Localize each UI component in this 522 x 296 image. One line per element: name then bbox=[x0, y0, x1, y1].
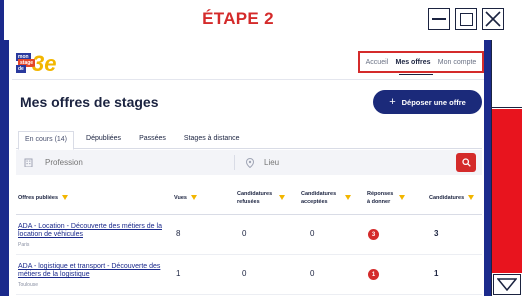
search-icon bbox=[461, 158, 471, 167]
nav-mes-offres[interactable]: Mes offres bbox=[396, 59, 431, 66]
logo[interactable]: mon stage de 3e bbox=[16, 51, 56, 76]
cell-refused: 0 bbox=[242, 269, 247, 278]
maximize-button[interactable] bbox=[455, 8, 477, 30]
plus-icon: + bbox=[389, 96, 396, 108]
sort-arrow-icon bbox=[190, 195, 197, 200]
logo-text-3: de bbox=[16, 65, 26, 73]
nav-accueil[interactable]: Accueil bbox=[366, 59, 389, 66]
sort-arrow-icon bbox=[468, 195, 475, 200]
top-nav: Accueil Mes offres Mon compte bbox=[358, 51, 484, 73]
cell-accepted: 0 bbox=[310, 269, 315, 278]
col-label: Candidatures acceptées bbox=[301, 190, 337, 205]
search-bar bbox=[16, 150, 482, 175]
scrollbar-thumb[interactable] bbox=[492, 109, 522, 273]
col-label: Candidatures bbox=[429, 194, 465, 201]
table-row[interactable]: ADA - logistique et transport - Découver… bbox=[16, 255, 482, 295]
offers-table: Offres publiées Vues Candidatures refusé… bbox=[16, 180, 482, 295]
col-label: Offres publiées bbox=[18, 194, 59, 201]
cell-applications: 1 bbox=[434, 269, 439, 278]
cell-to-answer-badge: 3 bbox=[368, 229, 379, 240]
nav-mon-compte[interactable]: Mon compte bbox=[438, 59, 477, 66]
col-candidatures[interactable]: Candidatures bbox=[429, 180, 475, 215]
step-banner: ÉTAPE 2 bbox=[0, 0, 522, 40]
offer-city: Paris bbox=[18, 242, 30, 248]
search-button[interactable] bbox=[456, 153, 476, 172]
building-icon bbox=[24, 158, 33, 167]
sort-arrow-icon bbox=[399, 195, 405, 200]
col-reponses-a-donner[interactable]: Réponses à donner bbox=[367, 180, 407, 215]
scroll-panel-edge bbox=[484, 40, 491, 296]
logo-number: 3e bbox=[32, 51, 57, 76]
scroll-down-button[interactable] bbox=[493, 274, 521, 295]
cell-views: 1 bbox=[176, 269, 181, 278]
offer-title-link[interactable]: ADA - logistique et transport - Découver… bbox=[18, 263, 168, 279]
header-divider bbox=[12, 79, 484, 80]
col-candidatures-refusees[interactable]: Candidatures refusées bbox=[237, 180, 285, 215]
page-title: Mes offres de stages bbox=[20, 94, 159, 110]
triangle-down-icon bbox=[497, 278, 517, 291]
tab-en-cours[interactable]: En cours (14) bbox=[18, 131, 75, 150]
col-offres-publiees[interactable]: Offres publiées bbox=[18, 180, 69, 215]
cell-refused: 0 bbox=[242, 229, 247, 238]
deposit-offer-label: Déposer une offre bbox=[401, 97, 466, 107]
col-candidatures-acceptees[interactable]: Candidatures acceptées bbox=[301, 180, 351, 215]
location-pin-icon bbox=[246, 157, 254, 168]
cell-views: 8 bbox=[176, 229, 181, 238]
search-divider bbox=[234, 155, 235, 170]
offer-title-link[interactable]: ADA - Location - Découverte des métiers … bbox=[18, 223, 168, 239]
col-label: Réponses à donner bbox=[367, 190, 394, 205]
profession-input[interactable] bbox=[45, 158, 185, 167]
cell-to-answer-badge: 1 bbox=[368, 269, 379, 280]
offer-city: Toulouse bbox=[18, 282, 39, 288]
table-header: Offres publiées Vues Candidatures refusé… bbox=[16, 180, 482, 215]
nav-active-underline bbox=[399, 74, 433, 75]
step-title: ÉTAPE 2 bbox=[202, 9, 274, 28]
app-window: mon stage de 3e Accueil Mes offres Mon c… bbox=[4, 40, 484, 296]
close-icon bbox=[485, 11, 501, 27]
close-button[interactable] bbox=[482, 8, 504, 30]
col-label: Vues bbox=[174, 194, 187, 201]
col-label: Candidatures refusées bbox=[237, 190, 273, 205]
scrollbar-upper-area[interactable] bbox=[491, 40, 522, 108]
cell-accepted: 0 bbox=[310, 229, 315, 238]
location-input[interactable] bbox=[264, 158, 404, 167]
sort-arrow-icon bbox=[62, 195, 69, 200]
cell-applications: 3 bbox=[434, 229, 439, 238]
deposit-offer-button[interactable]: + Déposer une offre bbox=[373, 90, 482, 114]
app-left-strip bbox=[4, 40, 9, 296]
sort-arrow-icon bbox=[279, 195, 285, 200]
table-row[interactable]: ADA - Location - Découverte des métiers … bbox=[16, 215, 482, 255]
col-vues[interactable]: Vues bbox=[174, 180, 197, 215]
sort-arrow-icon bbox=[345, 195, 351, 200]
tabs-divider bbox=[16, 148, 482, 149]
minimize-button[interactable] bbox=[428, 8, 450, 30]
